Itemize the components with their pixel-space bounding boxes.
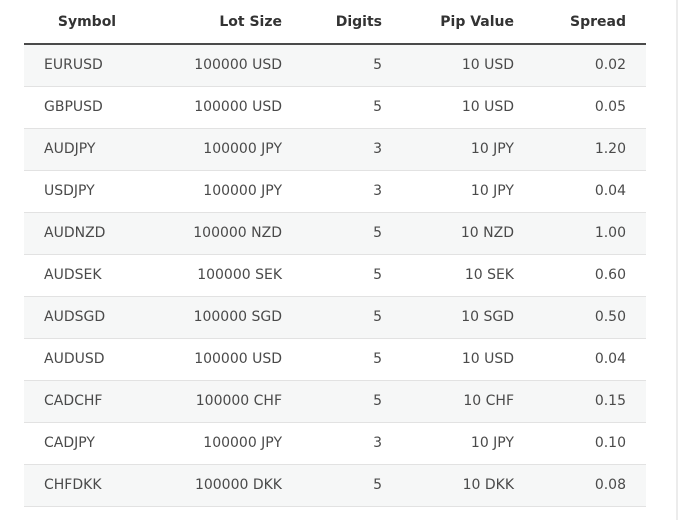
cell-pip-value: 10 USD [382,338,514,381]
cell-spread: 0.04 [514,338,646,381]
cell-symbol: EURUSD [24,44,146,87]
cell-digits: 5 [282,338,382,381]
table-row: EURUSD 100000 USD 5 10 USD 0.02 [24,44,646,87]
cell-pip-value: 10 USD [382,86,514,129]
cell-digits: 3 [282,128,382,171]
cell-digits: 5 [282,380,382,423]
cell-lot-size: 100000 USD [146,86,282,129]
cell-digits: 3 [282,422,382,465]
column-header-pip-value: Pip Value [382,0,514,45]
cell-spread: 0.60 [514,254,646,297]
cell-pip-value: 10 JPY [382,422,514,465]
cell-digits: 5 [282,212,382,255]
cell-spread: 0.05 [514,86,646,129]
cell-symbol: CADCHF [24,380,146,423]
cell-symbol: GBPUSD [24,86,146,129]
cell-pip-value: 10 JPY [382,170,514,213]
cell-lot-size: 100000 USD [146,44,282,87]
table-row: GBPUSD 100000 USD 5 10 USD 0.05 [24,86,646,129]
cell-lot-size: 100000 SEK [146,254,282,297]
table-row: USDJPY 100000 JPY 3 10 JPY 0.04 [24,170,646,213]
table-row: CHFDKK 100000 DKK 5 10 DKK 0.08 [24,464,646,507]
cell-spread: 1.20 [514,128,646,171]
cell-lot-size: 100000 JPY [146,422,282,465]
column-header-spread: Spread [514,0,646,45]
cell-lot-size: 100000 USD [146,338,282,381]
cell-lot-size: 100000 JPY [146,170,282,213]
cell-symbol: AUDNZD [24,212,146,255]
cell-lot-size: 100000 CHF [146,380,282,423]
column-header-digits: Digits [282,0,382,45]
cell-pip-value: 10 DKK [382,464,514,507]
cell-lot-size: 100000 SGD [146,296,282,339]
cell-spread: 0.10 [514,422,646,465]
cell-pip-value: 10 CHF [382,380,514,423]
cell-lot-size: 100000 DKK [146,464,282,507]
column-header-symbol: Symbol [24,0,146,45]
table-row: AUDUSD 100000 USD 5 10 USD 0.04 [24,338,646,381]
table-header-row: Symbol Lot Size Digits Pip Value Spread [24,0,646,45]
cell-pip-value: 10 SGD [382,296,514,339]
cell-spread: 0.04 [514,170,646,213]
cell-spread: 0.15 [514,380,646,423]
cell-pip-value: 10 NZD [382,212,514,255]
cell-digits: 5 [282,254,382,297]
table-row: AUDNZD 100000 NZD 5 10 NZD 1.00 [24,212,646,255]
cell-symbol: AUDJPY [24,128,146,171]
cell-digits: 5 [282,44,382,87]
cell-spread: 1.00 [514,212,646,255]
cell-symbol: CADJPY [24,422,146,465]
cell-lot-size: 100000 JPY [146,128,282,171]
cell-spread: 0.08 [514,464,646,507]
cell-symbol: USDJPY [24,170,146,213]
cell-lot-size: 100000 NZD [146,212,282,255]
instrument-spec-table: Symbol Lot Size Digits Pip Value Spread … [24,0,646,507]
cell-symbol: CHFDKK [24,464,146,507]
cell-digits: 5 [282,464,382,507]
cell-digits: 5 [282,86,382,129]
cell-digits: 3 [282,170,382,213]
table-row: CADCHF 100000 CHF 5 10 CHF 0.15 [24,380,646,423]
cell-pip-value: 10 USD [382,44,514,87]
table-row: AUDSGD 100000 SGD 5 10 SGD 0.50 [24,296,646,339]
table-row: AUDSEK 100000 SEK 5 10 SEK 0.60 [24,254,646,297]
cell-pip-value: 10 JPY [382,128,514,171]
column-header-lot-size: Lot Size [146,0,282,45]
cell-symbol: AUDSEK [24,254,146,297]
cell-symbol: AUDUSD [24,338,146,381]
cell-spread: 0.50 [514,296,646,339]
cell-spread: 0.02 [514,44,646,87]
table-row: AUDJPY 100000 JPY 3 10 JPY 1.20 [24,128,646,171]
table-row: CADJPY 100000 JPY 3 10 JPY 0.10 [24,422,646,465]
page-edge-divider [676,0,678,520]
cell-symbol: AUDSGD [24,296,146,339]
cell-pip-value: 10 SEK [382,254,514,297]
cell-digits: 5 [282,296,382,339]
page: Symbol Lot Size Digits Pip Value Spread … [0,0,683,520]
